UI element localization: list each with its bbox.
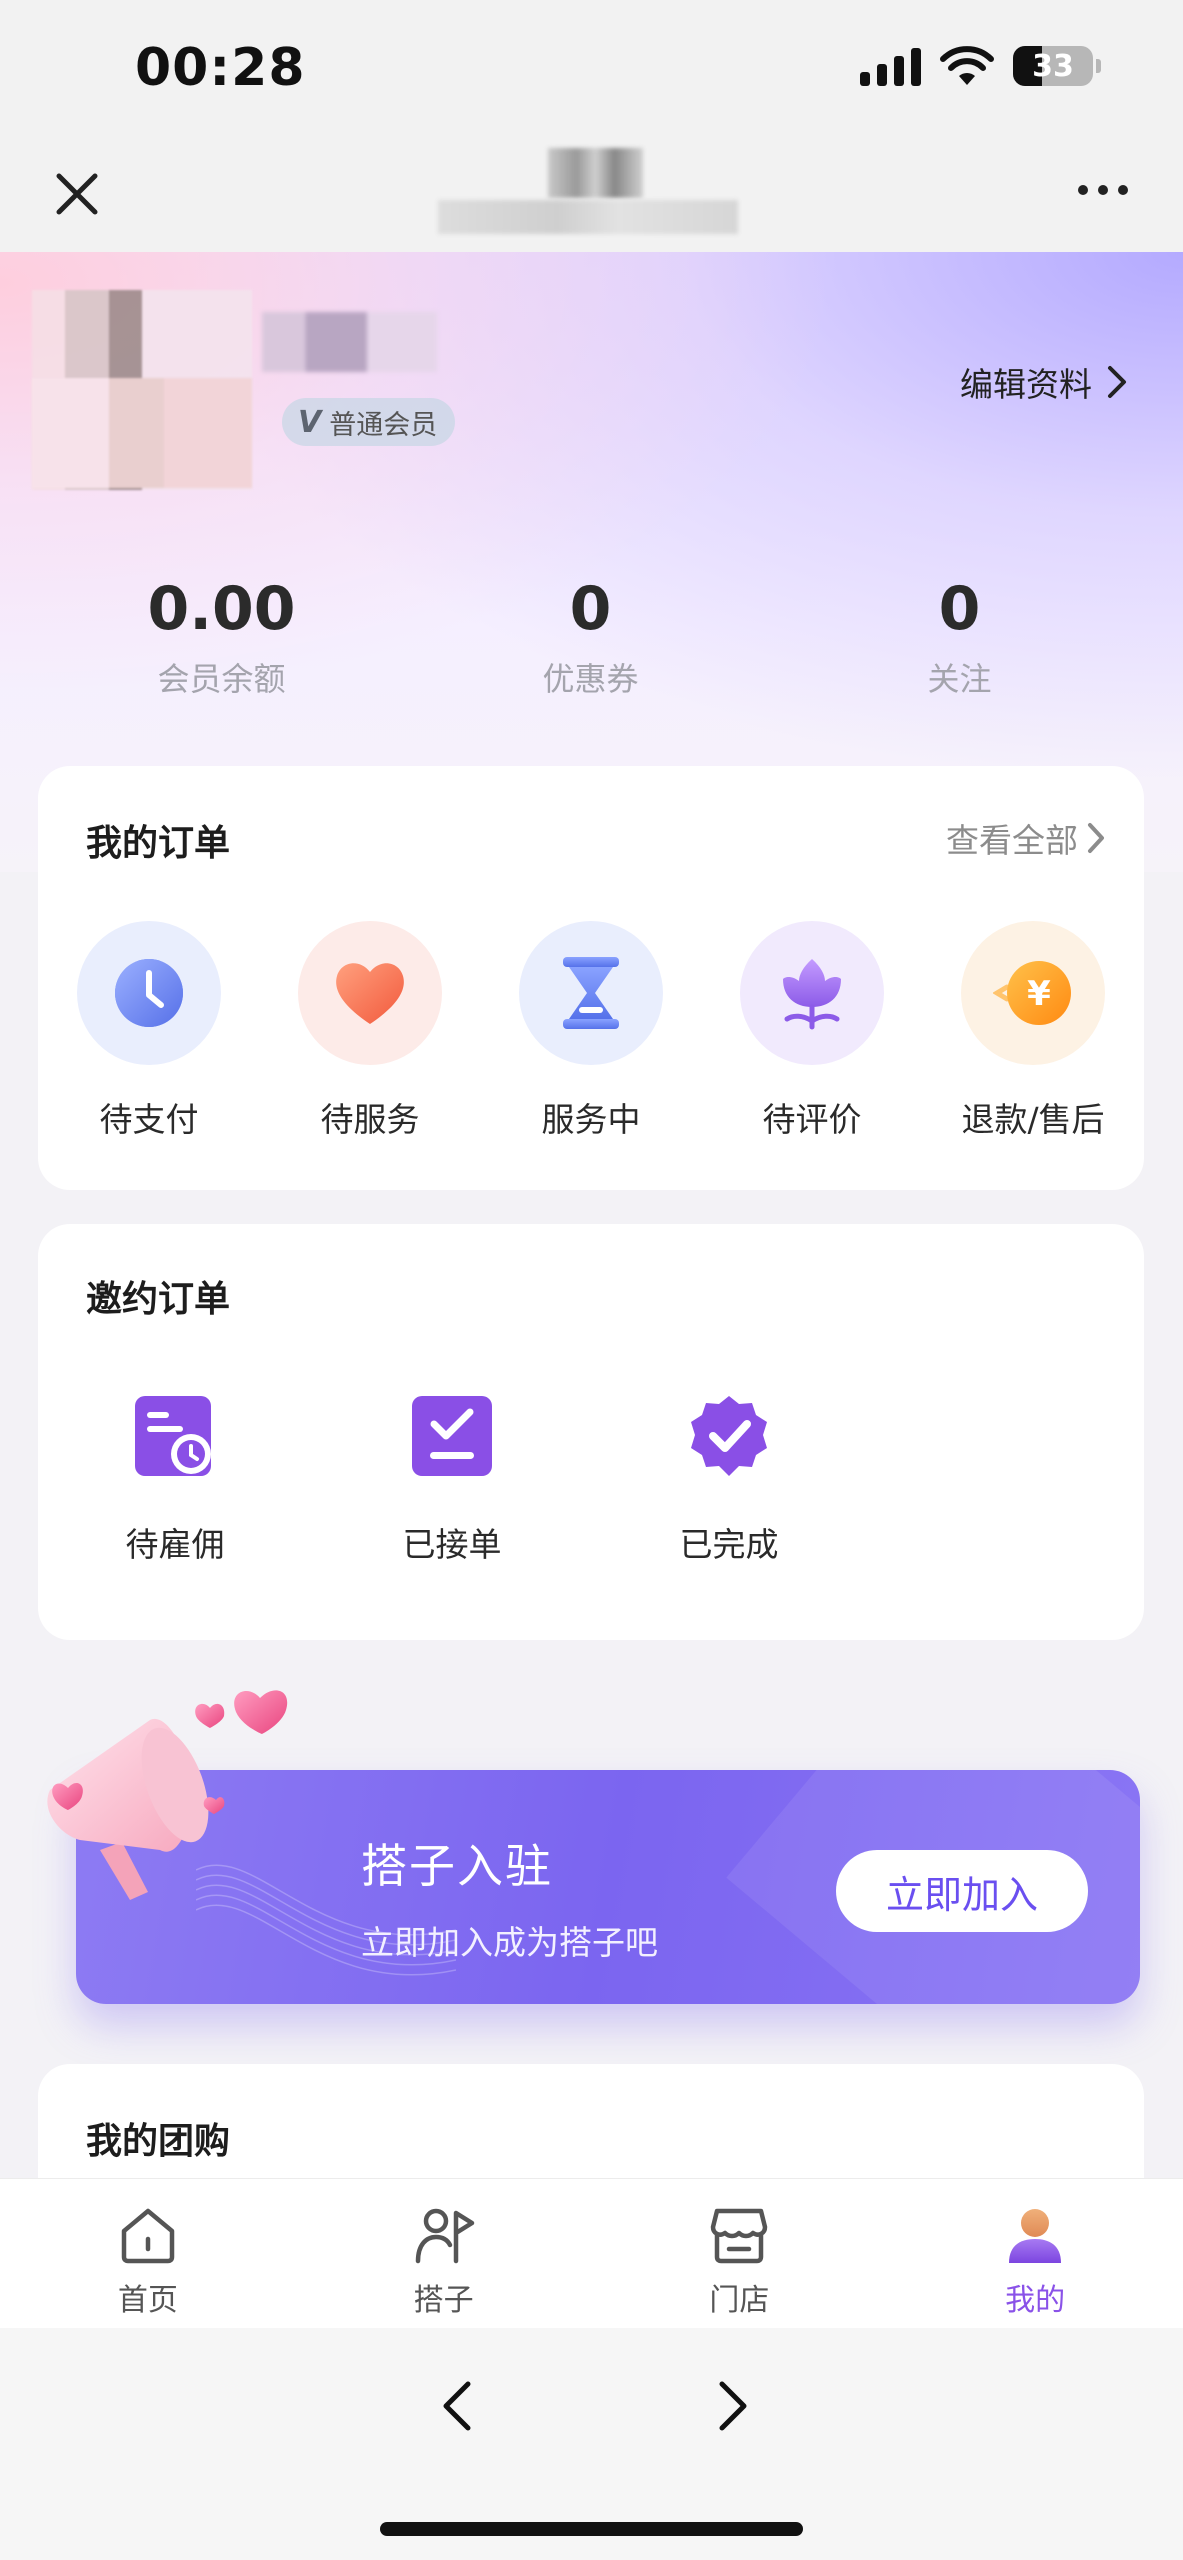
cellular-signal-icon [860,46,921,86]
view-all-label: 查看全部 [946,821,1078,860]
invite-item-label: 已完成 [679,1525,779,1564]
flower-icon [740,921,884,1065]
tab-home[interactable]: 首页 [0,2179,296,2328]
order-item-label: 待评价 [762,1100,862,1139]
username-redacted [262,312,437,372]
order-pending-review[interactable]: 待评价 [737,921,887,1141]
stat-balance[interactable]: 0.00 会员余额 [37,574,406,700]
stat-label: 关注 [927,660,992,698]
store-icon [711,2208,768,2264]
order-item-label: 服务中 [541,1100,641,1139]
status-bar: 00:28 33 [0,0,1183,140]
view-all-orders-link[interactable]: 查看全部 [946,814,1106,862]
heart-icon [298,921,442,1065]
stat-value: 0 [938,574,981,644]
tab-label: 搭子 [413,2283,474,2318]
invite-item-label: 待雇佣 [125,1525,225,1564]
stat-coupons[interactable]: 0 优惠券 [406,574,775,700]
close-icon[interactable] [45,162,109,226]
order-item-label: 待支付 [99,1100,199,1139]
stat-label: 会员余额 [157,660,286,698]
banner-title: 搭子入驻 [361,1839,553,1893]
tab-partner[interactable]: 搭子 [296,2179,592,2328]
edit-profile-link[interactable]: 编辑资料 [960,358,1128,406]
stat-following[interactable]: 0 关注 [775,574,1144,700]
chevron-right-icon [1108,366,1126,398]
group-buy-title: 我的团购 [86,2121,231,2162]
order-refund-aftersale[interactable]: ¥ 退款/售后 [958,921,1108,1141]
banner-subtitle: 立即加入成为搭子吧 [361,1923,658,1962]
chevron-right-icon [1088,823,1104,853]
vip-v-icon: V [298,404,322,440]
tab-store[interactable]: 门店 [592,2179,888,2328]
svg-text:¥: ¥ [1027,974,1051,1014]
megaphone-icon [47,1690,288,1900]
status-time: 00:28 [135,38,306,98]
my-orders-title: 我的订单 [86,823,231,864]
yen-refund-icon: ¥ [961,921,1105,1065]
invite-accepted[interactable]: 已接单 [367,1394,537,1566]
group-buy-card: 我的团购 [38,2064,1144,2184]
more-menu-icon[interactable] [1078,185,1128,195]
page-title-redacted [548,148,643,198]
stat-label: 优惠券 [542,660,639,698]
account-stats: 0.00 会员余额 0 优惠券 0 关注 [0,574,1183,700]
home-indicator[interactable] [380,2522,803,2536]
pending-hire-icon [135,1396,211,1476]
order-in-service[interactable]: 服务中 [516,921,666,1141]
tab-label: 我的 [1005,2283,1066,2318]
accepted-check-icon [412,1396,492,1476]
tab-label: 门店 [709,2283,770,2318]
wifi-icon [940,46,994,85]
tab-mine[interactable]: 我的 [887,2179,1183,2328]
avatar-lower-redacted [32,378,252,488]
stat-value: 0 [569,574,612,644]
hourglass-icon [519,921,663,1065]
mini-program-nav-bar [0,140,1183,252]
bottom-tab-bar: 首页 搭子 门店 我的 [0,2178,1183,2328]
join-now-button[interactable]: 立即加入 [836,1850,1088,1932]
order-item-label: 退款/售后 [961,1100,1105,1139]
forward-arrow-icon[interactable] [700,2376,760,2436]
user-avatar-icon [1009,2209,1062,2263]
invite-completed[interactable]: 已完成 [644,1394,814,1566]
battery-icon: 33 [1013,46,1101,86]
order-pending-service[interactable]: 待服务 [295,921,445,1141]
back-arrow-icon[interactable] [430,2376,490,2436]
invite-item-label: 已接单 [402,1525,502,1564]
status-icons: 33 [860,45,1101,87]
my-orders-card: 我的订单 查看全部 待支付 待服务 服务中 待评价 ¥ 退款/售后 [38,766,1144,1190]
member-level-badge: V 普通会员 [282,398,456,446]
edit-profile-label: 编辑资料 [960,365,1092,404]
order-pending-payment[interactable]: 待支付 [74,921,224,1141]
completed-badge-icon [691,1396,767,1476]
invite-orders-title: 邀约订单 [86,1279,231,1320]
tab-label: 首页 [117,2283,178,2318]
page-subtitle-redacted [438,200,738,234]
stat-value: 0.00 [147,574,296,644]
home-icon [121,2208,175,2264]
invite-pending-hire[interactable]: 待雇佣 [90,1394,260,1566]
clock-icon [77,921,221,1065]
battery-level: 33 [1032,48,1074,84]
invite-orders-card: 邀约订单 待雇佣 已接单 已完成 [38,1224,1144,1640]
member-level-label: 普通会员 [329,409,438,441]
partner-flag-icon [415,2208,474,2264]
order-item-label: 待服务 [320,1100,420,1139]
